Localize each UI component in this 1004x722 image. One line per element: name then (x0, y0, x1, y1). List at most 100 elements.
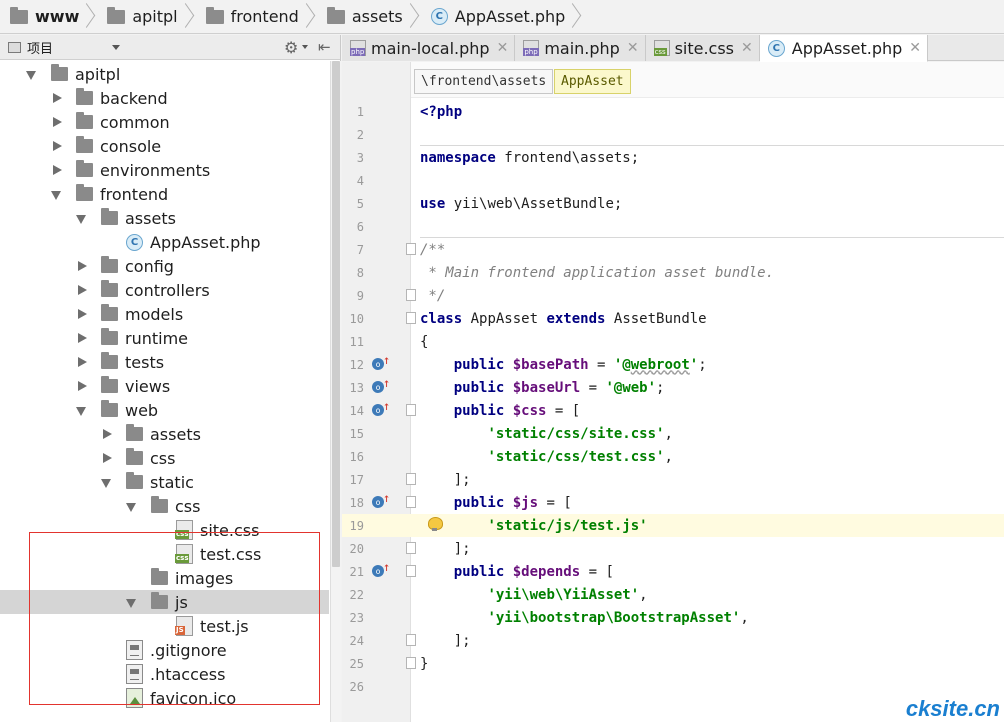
chevron-down-icon[interactable] (302, 45, 308, 49)
code-line[interactable]: 1 <?php (342, 100, 1004, 123)
close-icon[interactable]: ✕ (741, 40, 753, 56)
code-line[interactable]: 4 (342, 169, 1004, 192)
chevron-right-icon[interactable] (75, 374, 89, 398)
tree-item[interactable]: common (0, 110, 329, 134)
close-icon[interactable]: ✕ (909, 40, 921, 56)
tree-item[interactable]: views (0, 374, 329, 398)
chevron-down-icon[interactable] (125, 590, 139, 614)
tree-item[interactable]: .gitignore (0, 638, 329, 662)
project-view-selector[interactable]: 项目 (27, 38, 53, 57)
tree-item[interactable]: runtime (0, 326, 329, 350)
code-line[interactable]: 2 (342, 123, 1004, 146)
code-line[interactable]: 14 o ↑ public $css = [ (342, 399, 1004, 422)
breadcrumb-apitpl[interactable]: apitpl (107, 0, 205, 34)
tree-item[interactable]: controllers (0, 278, 329, 302)
close-icon[interactable]: ✕ (497, 40, 509, 56)
fold-marker-icon[interactable] (406, 312, 416, 324)
tree-item[interactable]: favicon.ico (0, 686, 329, 710)
overrides-arrow-icon[interactable]: ↑ (383, 354, 390, 366)
chevron-right-icon[interactable] (100, 446, 114, 470)
code-line[interactable]: 3 namespace frontend\assets; (342, 146, 1004, 169)
tree-item[interactable]: console (0, 134, 329, 158)
tree-item[interactable]: css test.css (0, 542, 329, 566)
tab-site-css[interactable]: css site.css ✕ (645, 35, 760, 61)
fold-marker-icon[interactable] (406, 634, 416, 646)
tree-item[interactable]: css (0, 446, 329, 470)
tree-item[interactable]: assets (0, 422, 329, 446)
code-line[interactable]: 18 o ↑ public $js = [ (342, 491, 1004, 514)
code-line[interactable]: 20 ]; (342, 537, 1004, 560)
tree-item[interactable]: models (0, 302, 329, 326)
close-icon[interactable]: ✕ (627, 40, 639, 56)
chevron-down-icon[interactable] (75, 398, 89, 422)
gear-icon[interactable]: ⚙ (284, 38, 298, 57)
code-line[interactable]: 5 use yii\web\AssetBundle; (342, 192, 1004, 215)
breadcrumb-frontend[interactable]: frontend (205, 0, 327, 34)
chevron-right-icon[interactable] (50, 134, 64, 158)
fold-marker-icon[interactable] (406, 542, 416, 554)
chevron-down-icon[interactable] (25, 62, 39, 86)
fold-marker-icon[interactable] (406, 289, 416, 301)
tree-item[interactable]: web (0, 398, 329, 422)
chevron-down-icon[interactable] (75, 206, 89, 230)
code-line[interactable]: 8 * Main frontend application asset bund… (342, 261, 1004, 284)
code-line[interactable]: 21 o ↑ public $depends = [ (342, 560, 1004, 583)
code-line[interactable]: 12 o ↑ public $basePath = '@webroot'; (342, 353, 1004, 376)
tree-scrollbar[interactable] (330, 61, 341, 722)
tree-item[interactable]: apitpl (0, 62, 329, 86)
tree-item[interactable]: backend (0, 86, 329, 110)
tree-item[interactable]: .htaccess (0, 662, 329, 686)
code-line[interactable]: 10 class AppAsset extends AssetBundle (342, 307, 1004, 330)
chevron-right-icon[interactable] (50, 86, 64, 110)
chevron-right-icon[interactable] (75, 254, 89, 278)
tree-item[interactable]: tests (0, 350, 329, 374)
scrollbar-thumb[interactable] (332, 61, 340, 567)
tree-item[interactable]: assets (0, 206, 329, 230)
code-line[interactable]: 23 'yii\bootstrap\BootstrapAsset', (342, 606, 1004, 629)
breadcrumb-assets[interactable]: assets (326, 0, 431, 34)
tree-item[interactable]: frontend (0, 182, 329, 206)
tree-item[interactable]: JS test.js (0, 614, 329, 638)
code-line[interactable]: 11 { (342, 330, 1004, 353)
code-line[interactable]: 25} (342, 652, 1004, 675)
fold-marker-icon[interactable] (406, 243, 416, 255)
tab-main-local-php[interactable]: php main-local.php ✕ (342, 35, 516, 61)
code-line[interactable]: 6 (342, 215, 1004, 238)
tree-item[interactable]: css (0, 494, 329, 518)
code-line[interactable]: 7 /** (342, 238, 1004, 261)
fold-marker-icon[interactable] (406, 404, 416, 416)
chevron-down-icon[interactable] (50, 182, 64, 206)
tree-item[interactable]: images (0, 566, 329, 590)
code-line[interactable]: 15 'static/css/site.css', (342, 422, 1004, 445)
chevron-right-icon[interactable] (100, 422, 114, 446)
chevron-right-icon[interactable] (50, 158, 64, 182)
overrides-arrow-icon[interactable]: ↑ (383, 377, 390, 389)
tree-item[interactable]: static (0, 470, 329, 494)
tree-item[interactable]: environments (0, 158, 329, 182)
code-editor[interactable]: \frontend\assets AppAsset 1 <?php 2 3 namesp… (342, 62, 1004, 722)
class-crumb[interactable]: AppAsset (554, 69, 631, 94)
tree-item[interactable]: config (0, 254, 329, 278)
hide-panel-icon[interactable]: ⇤ (318, 38, 331, 56)
code-line[interactable]: 26 (342, 675, 1004, 698)
chevron-down-icon[interactable] (112, 45, 120, 50)
tree-item[interactable]: C AppAsset.php (0, 230, 329, 254)
tab-appasset-php[interactable]: C AppAsset.php ✕ (759, 35, 929, 62)
tree-item[interactable]: js (0, 590, 329, 614)
tab-main-php[interactable]: php main.php ✕ (515, 35, 646, 61)
chevron-down-icon[interactable] (100, 470, 114, 494)
namespace-crumb[interactable]: \frontend\assets (414, 69, 554, 94)
chevron-down-icon[interactable] (125, 494, 139, 518)
tree-item[interactable]: css site.css (0, 518, 329, 542)
code-line[interactable]: 9 */ (342, 284, 1004, 307)
fold-marker-icon[interactable] (406, 496, 416, 508)
chevron-right-icon[interactable] (75, 350, 89, 374)
code-line[interactable]: 22 'yii\web\YiiAsset', (342, 583, 1004, 606)
overrides-arrow-icon[interactable]: ↑ (383, 561, 390, 573)
fold-marker-icon[interactable] (406, 657, 416, 669)
code-line[interactable]: 19 'static/js/test.js' (342, 514, 1004, 537)
chevron-right-icon[interactable] (75, 302, 89, 326)
code-line[interactable]: 24 ]; (342, 629, 1004, 652)
chevron-right-icon[interactable] (75, 278, 89, 302)
code-line[interactable]: 17 ]; (342, 468, 1004, 491)
